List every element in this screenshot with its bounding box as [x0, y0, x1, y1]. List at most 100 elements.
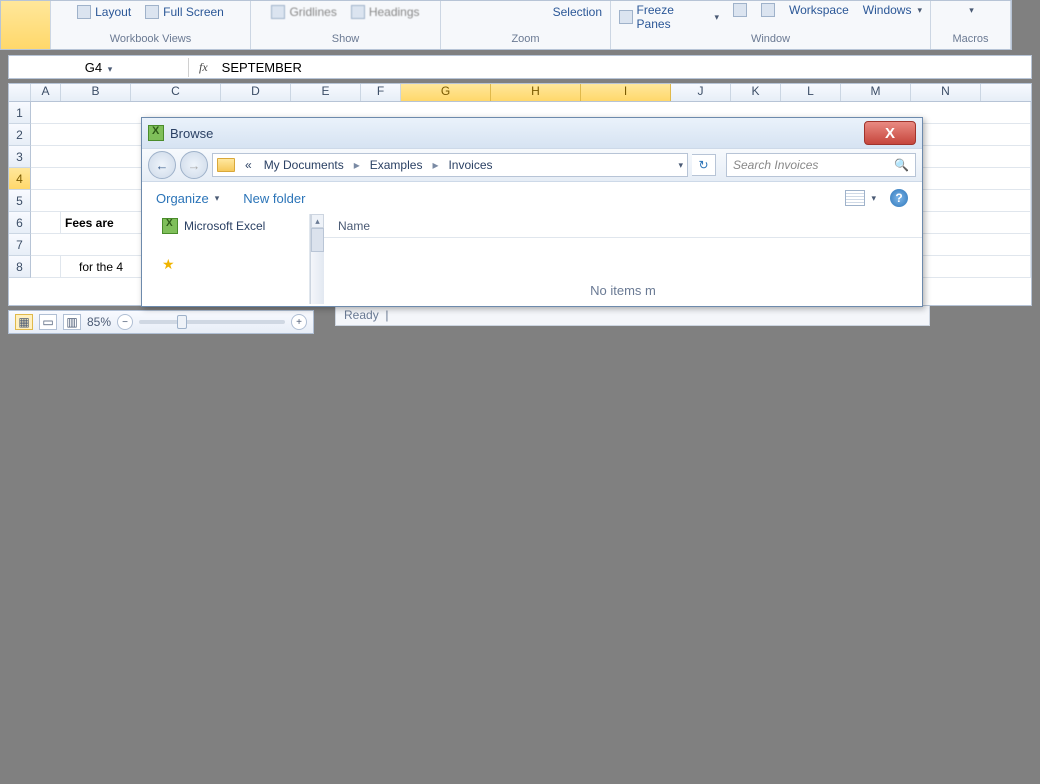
search-icon: 🔍 — [894, 158, 909, 172]
chevron-down-icon[interactable]: ▾ — [969, 5, 974, 16]
fx-button[interactable]: fx — [189, 60, 218, 75]
group-label-window: Window — [751, 31, 790, 47]
scroll-thumb[interactable] — [311, 228, 324, 252]
row-header[interactable]: 6 — [9, 212, 31, 234]
dialog-titlebar[interactable]: Browse X — [142, 118, 922, 148]
headings-toggle[interactable]: Headings — [347, 5, 424, 19]
breadcrumb[interactable]: « My Documents▸ Examples▸ Invoices ▾ — [212, 153, 688, 177]
row-header[interactable]: 1 — [9, 102, 31, 124]
browse-dialog: Browse X ← → « My Documents▸ Examples▸ I… — [141, 117, 923, 307]
breadcrumb-item[interactable]: Examples — [364, 158, 429, 172]
view-normal-button[interactable]: ▦ — [15, 314, 33, 330]
excel-icon — [148, 125, 164, 141]
chevron-down-icon: ▾ — [714, 12, 719, 23]
col-header-j[interactable]: J — [671, 84, 731, 101]
gridlines-toggle[interactable]: Gridlines — [267, 5, 340, 19]
group-label-show: Show — [332, 31, 360, 47]
close-button[interactable]: X — [864, 121, 916, 145]
formula-input[interactable]: SEPTEMBER — [218, 58, 1031, 77]
split-icon — [733, 3, 747, 17]
empty-message: No items m — [324, 238, 922, 304]
ready-strip: Ready | — [335, 306, 930, 326]
window-split-1[interactable] — [729, 3, 751, 17]
fullscreen-icon — [145, 5, 159, 19]
col-header-c[interactable]: C — [131, 84, 221, 101]
dialog-title: Browse — [170, 126, 213, 141]
sidebar-item-excel[interactable]: Microsoft Excel — [142, 214, 309, 238]
layout-icon — [77, 5, 91, 19]
list-header: Name — [324, 214, 922, 238]
zoom-selection-button[interactable]: Selection — [549, 5, 606, 19]
zoom-out-button[interactable]: − — [117, 314, 133, 330]
dialog-body: Microsoft Excel ★ ▴ Name No items m — [142, 214, 922, 304]
nav-forward-button[interactable]: → — [180, 151, 208, 179]
cell[interactable] — [31, 256, 61, 278]
group-label-zoom: Zoom — [511, 31, 539, 47]
chevron-down-icon: ▾ — [108, 64, 113, 74]
view-list-icon — [845, 190, 865, 206]
col-header-d[interactable]: D — [221, 84, 291, 101]
row-header[interactable]: 5 — [9, 190, 31, 212]
search-input[interactable]: Search Invoices 🔍 — [726, 153, 916, 177]
close-icon: X — [885, 125, 895, 142]
name-box[interactable]: G4 ▾ — [9, 58, 189, 77]
zoom-slider[interactable] — [139, 320, 285, 324]
col-header-h[interactable]: H — [491, 84, 581, 101]
file-list: Name No items m — [324, 214, 922, 304]
freeze-icon — [619, 10, 633, 24]
sidebar-item-favorites[interactable]: ★ — [142, 252, 309, 277]
freeze-panes-button[interactable]: Freeze Panes▾ — [615, 3, 723, 31]
view-options-button[interactable]: ▾ — [845, 190, 876, 206]
chevron-right-icon: ▸ — [350, 158, 364, 172]
fullscreen-button[interactable]: Full Screen — [141, 5, 228, 19]
row-header[interactable]: 8 — [9, 256, 31, 278]
chevron-down-icon[interactable]: ▾ — [678, 160, 683, 171]
nav-back-button[interactable]: ← — [148, 151, 176, 179]
scroll-up-icon[interactable]: ▴ — [311, 214, 324, 228]
col-header-n[interactable]: N — [911, 84, 981, 101]
sidebar-scrollbar[interactable]: ▴ — [310, 214, 324, 304]
help-button[interactable]: ? — [890, 189, 908, 207]
save-workspace-button[interactable]: Workspace — [785, 3, 853, 17]
organize-button[interactable]: Organize ▾ — [156, 191, 219, 206]
col-header-l[interactable]: L — [781, 84, 841, 101]
col-header-m[interactable]: M — [841, 84, 911, 101]
zoom-level: 85% — [87, 315, 111, 329]
zoom-in-button[interactable]: + — [291, 314, 307, 330]
chevron-right-icon: ▸ — [428, 158, 442, 172]
col-header-a[interactable]: A — [31, 84, 61, 101]
dialog-navbar: ← → « My Documents▸ Examples▸ Invoices ▾… — [142, 148, 922, 182]
ribbon: Layout Full Screen Workbook Views Gridli… — [0, 0, 1012, 50]
switch-windows-button[interactable]: Windows▾ — [859, 3, 926, 17]
col-header-b[interactable]: B — [61, 84, 131, 101]
new-folder-button[interactable]: New folder — [243, 191, 305, 206]
col-header-i[interactable]: I — [581, 84, 671, 101]
row-header[interactable]: 2 — [9, 124, 31, 146]
window-split-2[interactable] — [757, 3, 779, 17]
row-header[interactable]: 7 — [9, 234, 31, 256]
dialog-sidebar: Microsoft Excel ★ — [142, 214, 310, 304]
arrange-icon — [761, 3, 775, 17]
row-header[interactable]: 4 — [9, 168, 31, 190]
dialog-toolbar: Organize ▾ New folder ▾ ? — [142, 182, 922, 214]
cell[interactable] — [31, 212, 61, 234]
zoom-thumb[interactable] — [177, 315, 187, 329]
col-header-k[interactable]: K — [731, 84, 781, 101]
view-pagebreak-button[interactable]: ▥ — [63, 314, 81, 330]
excel-icon — [162, 218, 178, 234]
select-all-corner[interactable] — [9, 84, 31, 101]
col-header-g[interactable]: G — [401, 84, 491, 101]
refresh-button[interactable]: ↻ — [692, 154, 716, 176]
col-header-f[interactable]: F — [361, 84, 401, 101]
breadcrumb-item[interactable]: Invoices — [442, 158, 498, 172]
col-header-e[interactable]: E — [291, 84, 361, 101]
formula-bar: G4 ▾ fx SEPTEMBER — [8, 55, 1032, 79]
gridlines-icon — [271, 5, 285, 19]
view-layout-button[interactable]: ▭ — [39, 314, 57, 330]
row-header[interactable]: 3 — [9, 146, 31, 168]
column-header-name[interactable]: Name — [338, 219, 370, 233]
layout-button[interactable]: Layout — [73, 5, 135, 19]
folder-icon — [217, 158, 235, 172]
breadcrumb-item[interactable]: My Documents — [258, 158, 350, 172]
chevron-down-icon: ▾ — [871, 193, 876, 204]
